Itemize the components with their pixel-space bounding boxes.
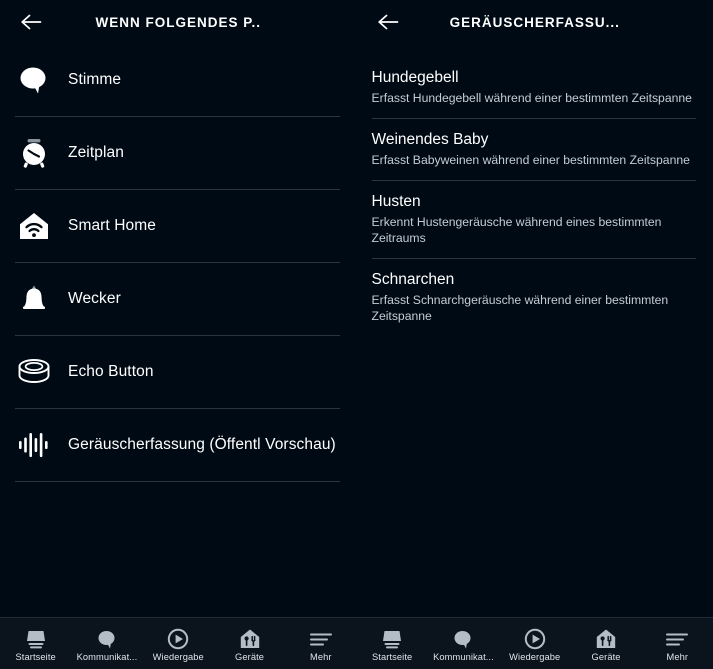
- bottom-nav-right: Startseite Kommunikat... Wiedergabe Gerä…: [357, 618, 713, 669]
- list-item-description: Erfasst Schnarchgeräusche während einer …: [371, 293, 669, 323]
- speech-bubble-icon: [452, 628, 474, 650]
- list-item-zeitplan[interactable]: Zeitplan: [0, 117, 357, 189]
- nav-item-geraete[interactable]: Geräte: [214, 618, 285, 669]
- nav-item-startseite[interactable]: Startseite: [0, 618, 71, 669]
- list-item-wecker[interactable]: Wecker: [0, 263, 357, 335]
- page-title: WENN FOLGENDES P..: [95, 14, 262, 30]
- bottom-nav-left: Startseite Kommunikat... Wiedergabe Gerä…: [0, 618, 357, 669]
- sound-wave-icon: [14, 425, 54, 465]
- echo-button-icon: [14, 352, 54, 392]
- list-item-description: Erfasst Babyweinen während einer bestimm…: [371, 153, 690, 167]
- nav-item-label: Mehr: [310, 651, 332, 662]
- list-item-stimme[interactable]: Stimme: [0, 44, 357, 116]
- list-item-label: Wecker: [68, 290, 121, 307]
- nav-item-label: Kommunikat...: [76, 651, 138, 662]
- nav-item-label: Mehr: [666, 651, 689, 662]
- play-circle-icon: [524, 628, 546, 650]
- list-item-label: Echo Button: [68, 363, 154, 380]
- left-header: WENN FOLGENDES P..: [0, 0, 357, 44]
- nav-item-label: Geräte: [591, 651, 621, 662]
- nav-item-mehr[interactable]: Mehr: [642, 618, 713, 669]
- list-item-title: Weinendes Baby: [371, 131, 489, 148]
- bottom-navigation-bar: Startseite Kommunikat... Wiedergabe Gerä…: [0, 617, 713, 669]
- list-item-title: Schnarchen: [371, 271, 455, 288]
- list-item-title: Husten: [371, 193, 421, 210]
- nav-item-label: Startseite: [372, 651, 413, 662]
- hamburger-menu-icon: [665, 628, 689, 650]
- nav-item-mehr[interactable]: Mehr: [285, 618, 356, 669]
- speech-bubble-icon: [96, 628, 118, 650]
- list-item-label: Geräuscherfassung (Öffentl Vorschau): [68, 436, 336, 453]
- back-icon[interactable]: [375, 9, 401, 35]
- list-item-description: Erkennt Hustengeräusche während eines be…: [371, 215, 662, 245]
- list-item-label: Stimme: [68, 71, 122, 88]
- nav-item-wiedergabe[interactable]: Wiedergabe: [499, 618, 570, 669]
- nav-item-startseite[interactable]: Startseite: [357, 618, 428, 669]
- divider: [15, 481, 340, 482]
- echo-show-icon: [381, 628, 403, 650]
- back-icon[interactable]: [18, 9, 44, 35]
- nav-item-kommunikation[interactable]: Kommunikat...: [428, 618, 499, 669]
- list-item-label: Zeitplan: [68, 144, 124, 161]
- sound-detection-list: Hundegebell Erfasst Hundegebell während …: [357, 44, 713, 336]
- list-item-echo-button[interactable]: Echo Button: [0, 336, 357, 408]
- list-item-hundegebell[interactable]: Hundegebell Erfasst Hundegebell während …: [357, 57, 713, 118]
- bell-icon: [14, 279, 54, 319]
- nav-item-label: Geräte: [235, 651, 265, 662]
- devices-home-icon: [239, 628, 261, 650]
- list-item-label: Smart Home: [68, 217, 156, 234]
- echo-show-icon: [25, 628, 47, 650]
- list-item-smart-home[interactable]: Smart Home: [0, 190, 357, 262]
- list-item-weinendes-baby[interactable]: Weinendes Baby Erfasst Babyweinen währen…: [357, 119, 713, 180]
- list-item-schnarchen[interactable]: Schnarchen Erfasst Schnarchgeräusche wäh…: [357, 259, 713, 336]
- right-header: GERÄUSCHERFASSU...: [357, 0, 713, 44]
- nav-item-label: Startseite: [15, 651, 56, 662]
- list-item-husten[interactable]: Husten Erkennt Hustengeräusche während e…: [357, 181, 713, 258]
- play-circle-icon: [167, 628, 189, 650]
- nav-item-label: Wiedergabe: [509, 651, 561, 662]
- nav-item-label: Kommunikat...: [433, 651, 494, 662]
- nav-item-geraete[interactable]: Geräte: [570, 618, 641, 669]
- smart-home-icon: [14, 206, 54, 246]
- hamburger-menu-icon: [309, 628, 333, 650]
- alarm-clock-icon: [14, 133, 54, 173]
- speech-bubble-icon: [14, 60, 54, 100]
- trigger-list: Stimme Zeitplan Smart Home Wecker Echo B…: [0, 44, 357, 482]
- list-item-geraeuscherfassung[interactable]: Geräuscherfassung (Öffentl Vorschau): [0, 409, 357, 481]
- app-screen: WENN FOLGENDES P.. Stimme Zeitplan Smart…: [0, 0, 713, 669]
- list-item-title: Hundegebell: [371, 69, 459, 86]
- page-title: GERÄUSCHERFASSU...: [449, 14, 620, 30]
- nav-item-wiedergabe[interactable]: Wiedergabe: [143, 618, 214, 669]
- left-pane: WENN FOLGENDES P.. Stimme Zeitplan Smart…: [0, 0, 357, 669]
- list-item-description: Erfasst Hundegebell während einer bestim…: [371, 91, 692, 105]
- devices-home-icon: [595, 628, 617, 650]
- nav-item-label: Wiedergabe: [152, 651, 204, 662]
- right-pane: GERÄUSCHERFASSU... Hundegebell Erfasst H…: [356, 0, 713, 669]
- nav-item-kommunikation[interactable]: Kommunikat...: [71, 618, 142, 669]
